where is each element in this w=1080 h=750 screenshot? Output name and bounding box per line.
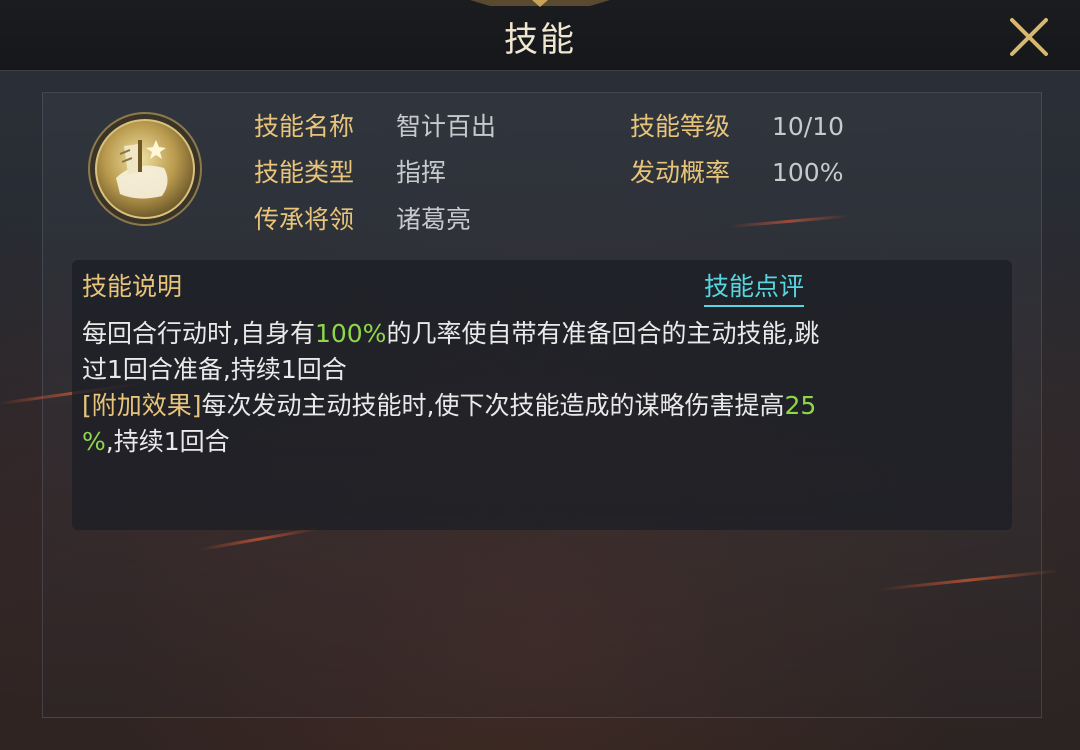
desc-text-segment: ,持续1回合 [105,427,230,456]
skill-detail-screen: 技能 技能名称 智计百出 技能等级 10/10 技能类型 指挥 发动概率 100… [0,0,1080,750]
title-bar: 技能 [0,0,1080,71]
skill-name-label: 技能名称 [254,112,355,141]
banner-fan-skill-icon [88,112,202,226]
close-icon[interactable] [1006,14,1052,60]
page-title: 技能 [504,20,576,60]
skill-type-value: 指挥 [396,158,447,187]
damage-bonus-percent-sign: % [82,427,106,456]
chance-percent: 100% [314,319,387,348]
skill-review-link[interactable]: 技能点评 [704,270,805,307]
inherit-general-value: 诸葛亮 [396,205,472,234]
desc-text-segment: 的几率使自带有准备回合的主动技能,跳 [386,319,820,348]
desc-text-segment: 每次发动主动技能时,使下次技能造成的谋略伤害提高 [201,391,785,420]
inherit-general-label: 传承将领 [254,205,355,234]
skill-name-value: 智计百出 [396,112,497,141]
description-title: 技能说明 [82,272,183,301]
header-ornament [470,0,610,7]
extra-effect-tag: [附加效果] [82,391,202,420]
desc-text-segment: 过1回合准备,持续1回合 [82,355,347,384]
skill-description-text: 每回合行动时,自身有100%的几率使自带有准备回合的主动技能,跳 过1回合准备,… [82,316,982,460]
skill-level-label: 技能等级 [630,112,731,141]
skill-level-value: 10/10 [772,112,845,141]
damage-bonus-value: 25 [784,391,817,420]
skill-type-label: 技能类型 [254,158,355,187]
trigger-rate-label: 发动概率 [630,158,731,187]
desc-text-segment: 每回合行动时,自身有 [82,319,315,348]
trigger-rate-value: 100% [772,158,844,187]
